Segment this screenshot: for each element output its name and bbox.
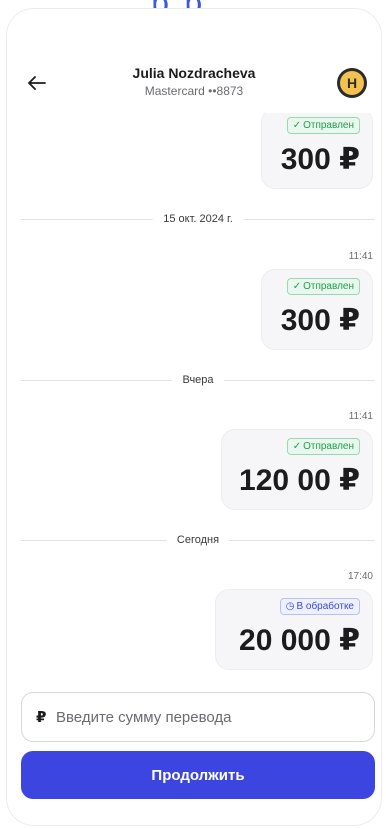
message-amount: 300 ₽	[280, 143, 360, 176]
message-amount: 300 ₽	[280, 304, 360, 337]
check-icon: ✓	[292, 441, 302, 452]
status-label: Отправлен	[303, 441, 354, 452]
back-button[interactable]	[25, 71, 49, 95]
message-time: 17:40	[347, 571, 373, 582]
card-label: Mastercard ••8873	[144, 84, 244, 98]
amount-field[interactable]: ₽	[21, 692, 375, 742]
avatar[interactable]: H	[337, 68, 367, 98]
status-label: Отправлен	[303, 281, 354, 292]
date-divider: Сегодня	[21, 533, 376, 547]
status-badge-pending: ◷ В обработке	[279, 598, 360, 615]
date-label: Вчера	[182, 374, 214, 386]
ruble-icon: ₽	[36, 709, 47, 726]
contact-info: Julia Nozdracheva Mastercard ••8873	[67, 64, 321, 99]
status-badge-sent: ✓ Отправлен	[286, 117, 360, 134]
message-amount: 20 000 ₽	[239, 624, 360, 657]
divider-line	[223, 379, 375, 381]
status-badge-sent: ✓ Отправлен	[286, 438, 360, 455]
message-amount: 120 00 ₽	[239, 464, 360, 497]
amount-input[interactable]	[56, 708, 360, 726]
check-icon: ✓	[292, 281, 302, 292]
divider-line	[242, 218, 375, 220]
message-bubble: ✓ Отправлен 300 ₽	[261, 108, 373, 189]
status-label: Отправлен	[303, 120, 354, 131]
continue-button[interactable]: Продолжить	[21, 751, 375, 799]
message-time: 11:41	[348, 251, 373, 262]
phone-frame: ✓ Отправлен 300 ₽ 15 окт. 2024 г. 11:41 …	[6, 8, 382, 826]
message-bubble: ✓ Отправлен 120 00 ₽	[221, 429, 373, 510]
message-time: 11:41	[348, 411, 373, 422]
date-label: Сегодня	[176, 534, 220, 546]
date-divider: 15 окт. 2024 г.	[21, 212, 375, 226]
message-bubble: ✓ Отправлен 300 ₽	[261, 269, 373, 350]
chat-header: Julia Nozdracheva Mastercard ••8873 H	[7, 9, 381, 113]
status-badge-sent: ✓ Отправлен	[286, 278, 360, 295]
divider-line	[21, 218, 154, 220]
divider-line	[229, 539, 376, 541]
date-label: 15 окт. 2024 г.	[163, 213, 233, 225]
contact-name: Julia Nozdracheva	[132, 65, 256, 81]
status-label: В обработке	[296, 601, 354, 612]
divider-line	[21, 539, 167, 541]
avatar-letter: H	[340, 71, 364, 95]
date-divider: Вчера	[21, 373, 375, 387]
divider-line	[21, 379, 173, 381]
check-icon: ✓	[292, 120, 302, 131]
clock-icon: ◷	[285, 601, 295, 612]
arrow-left-icon	[28, 76, 46, 90]
message-bubble: ◷ В обработке 20 000 ₽	[215, 589, 373, 670]
